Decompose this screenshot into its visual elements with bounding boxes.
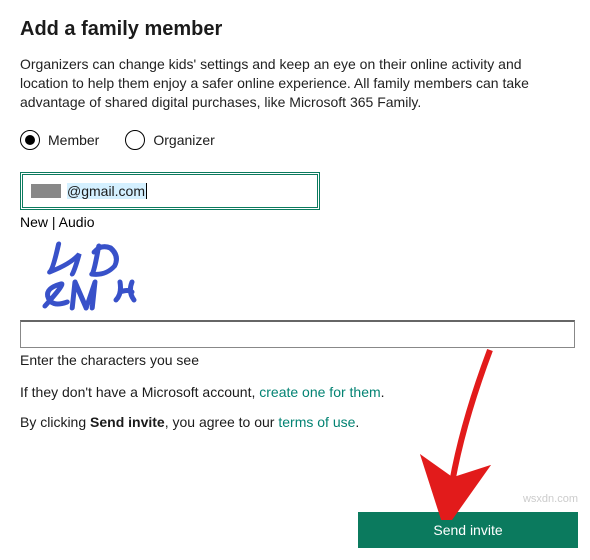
no-account-suffix: . <box>381 384 385 400</box>
email-input-value: @gmail.com <box>67 183 146 199</box>
radio-member[interactable]: Member <box>20 130 99 150</box>
captcha-input[interactable] <box>20 320 575 348</box>
agree-prefix: By clicking <box>20 414 90 430</box>
captcha-controls: New | Audio <box>20 214 570 230</box>
redacted-text <box>31 184 61 198</box>
text-cursor-icon <box>146 183 147 199</box>
dialog-description: Organizers can change kids' settings and… <box>20 55 570 112</box>
separator: | <box>48 214 59 230</box>
create-account-link[interactable]: create one for them <box>259 384 380 400</box>
email-input-wrapper[interactable]: @gmail.com <box>20 172 320 210</box>
agree-text: By clicking Send invite, you agree to ou… <box>20 414 570 430</box>
captcha-new-link[interactable]: New <box>20 214 48 230</box>
captcha-image <box>20 234 180 314</box>
no-account-prefix: If they don't have a Microsoft account, <box>20 384 259 400</box>
role-radio-group: Member Organizer <box>20 130 570 150</box>
agree-suffix: . <box>355 414 359 430</box>
agree-bold: Send invite <box>90 414 165 430</box>
captcha-audio-link[interactable]: Audio <box>59 214 95 230</box>
agree-mid: , you agree to our <box>165 414 279 430</box>
radio-indicator-icon <box>125 130 145 150</box>
radio-organizer-label: Organizer <box>153 132 214 148</box>
send-invite-button[interactable]: Send invite <box>358 512 578 548</box>
terms-link[interactable]: terms of use <box>278 414 355 430</box>
no-account-text: If they don't have a Microsoft account, … <box>20 384 570 400</box>
radio-member-label: Member <box>48 132 99 148</box>
radio-indicator-icon <box>20 130 40 150</box>
dialog-title: Add a family member <box>20 18 570 41</box>
watermark: wsxdn.com <box>523 493 578 505</box>
captcha-hint: Enter the characters you see <box>20 352 570 368</box>
radio-organizer[interactable]: Organizer <box>125 130 214 150</box>
